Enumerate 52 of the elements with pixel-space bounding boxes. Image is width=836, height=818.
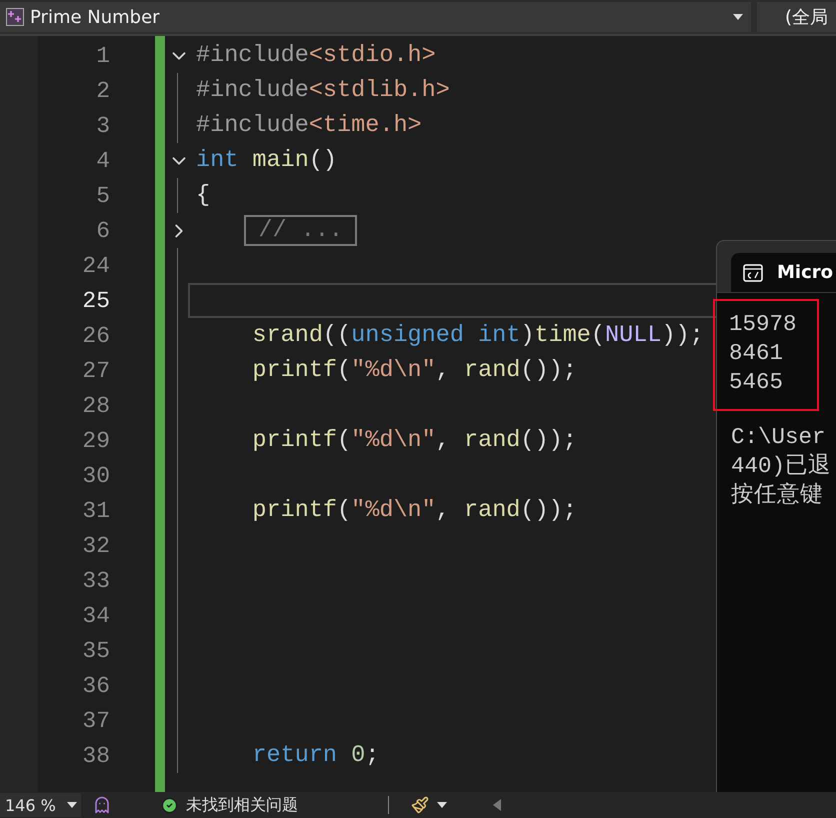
line-number: 36: [81, 672, 110, 698]
line-number: 29: [81, 428, 110, 454]
scope-dropdown[interactable]: (全局: [756, 2, 836, 32]
code-line: {: [196, 182, 210, 209]
code-line: printf("%d\n", rand());: [251, 497, 577, 524]
scroll-left-icon[interactable]: [493, 799, 501, 811]
line-number: 25: [81, 288, 110, 314]
line-number: 5: [95, 182, 110, 208]
file-dropdown[interactable]: Prime Number: [0, 2, 751, 32]
console-output: 5465: [729, 368, 784, 397]
console-text: 440)已退: [730, 452, 832, 481]
code-line: printf("%d\n", rand());: [251, 427, 577, 454]
line-number: 33: [81, 568, 110, 594]
caret-icon: [732, 14, 743, 20]
code-line: srand((unsigned int)time(NULL));: [251, 322, 704, 349]
line-number: 6: [95, 218, 110, 244]
console-tab[interactable]: Micro: [731, 253, 836, 292]
code-line: printf("%d\n", rand());: [251, 357, 577, 384]
console-text: 按任意键: [730, 481, 824, 510]
line-number: 32: [81, 532, 110, 558]
code-line: #include<stdio.h>: [196, 42, 436, 69]
project-icon: [6, 8, 24, 26]
terminal-icon: [743, 264, 763, 282]
line-number: 37: [81, 708, 110, 734]
caret-icon[interactable]: [437, 802, 447, 808]
console-output: 15978: [729, 310, 798, 339]
console-text: C:\User: [730, 423, 827, 452]
brush-icon[interactable]: [411, 796, 429, 814]
line-number: 31: [81, 498, 110, 524]
code-line: return 0;: [251, 742, 380, 769]
check-icon: [161, 796, 178, 814]
zoom-dropdown[interactable]: 146 %: [0, 793, 81, 817]
issues-status[interactable]: 未找到相关问题: [186, 794, 298, 816]
line-number: 34: [81, 602, 110, 628]
line-number: 1: [95, 42, 110, 68]
code-line: #include<time.h>: [196, 112, 422, 139]
line-number: 24: [81, 252, 110, 278]
file-name: Prime Number: [30, 6, 161, 28]
code-line: int main(): [196, 147, 338, 174]
line-number: 38: [81, 742, 110, 768]
line-number: 30: [81, 462, 110, 488]
line-number: 35: [81, 638, 110, 664]
line-number: 28: [81, 392, 110, 418]
line-number: 3: [95, 112, 110, 138]
code-line: #include<stdlib.h>: [196, 77, 450, 104]
console-output: 8461: [729, 339, 784, 368]
line-number: 26: [81, 322, 110, 348]
caret-icon: [67, 802, 77, 808]
line-number: 2: [95, 78, 110, 104]
line-number: 4: [95, 148, 110, 174]
ghost-icon[interactable]: [93, 796, 111, 814]
line-number: 27: [81, 358, 110, 384]
